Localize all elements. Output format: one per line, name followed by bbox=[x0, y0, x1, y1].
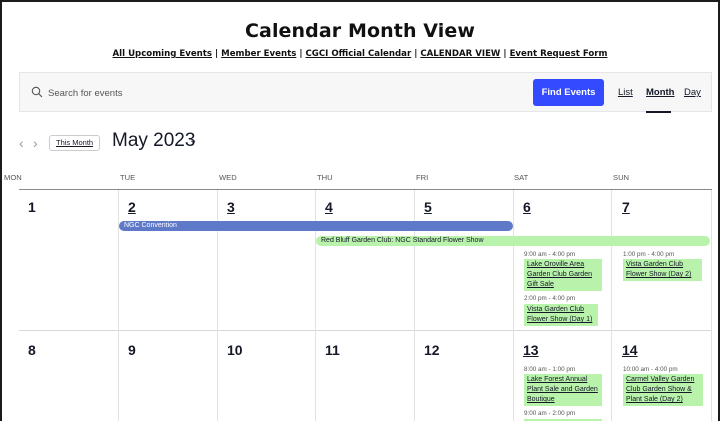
this-month-button[interactable]: This Month bbox=[49, 135, 101, 151]
day-number-link[interactable]: 14 bbox=[622, 342, 638, 358]
separator: | bbox=[503, 49, 507, 59]
event-link[interactable]: Vista Garden Club Flower Show (Day 2) bbox=[623, 259, 702, 281]
header-links: All Upcoming Events | Member Events | CGCI O… bbox=[2, 49, 718, 59]
chevron-right-icon[interactable]: › bbox=[33, 135, 38, 151]
event-time: 10:00 am - 4:00 pm bbox=[623, 366, 678, 373]
page-frame: Calendar Month View All Upcoming Events |… bbox=[0, 0, 720, 421]
weekday-header: SAT bbox=[514, 173, 529, 182]
day-number-link[interactable]: 2 bbox=[128, 199, 136, 215]
view-list-link[interactable]: List bbox=[618, 87, 633, 98]
weekday-header: SUN bbox=[613, 173, 630, 182]
link-member-events[interactable]: Member Events bbox=[221, 49, 296, 59]
day-number-link[interactable]: 3 bbox=[227, 199, 235, 215]
column-divider bbox=[711, 190, 712, 421]
event-link[interactable]: Vista Garden Club Flower Show (Day 1) bbox=[524, 304, 598, 326]
multi-day-event-bar[interactable]: NGC Convention bbox=[119, 221, 513, 231]
month-navigation: ‹ › This Month May 2023 ⌄ bbox=[2, 130, 718, 156]
separator: | bbox=[414, 49, 418, 59]
multi-day-event-bar[interactable]: Red Bluff Garden Club: NGC Standard Flow… bbox=[316, 236, 710, 246]
event-link[interactable]: Lake Oroville Area Garden Club Garden Gi… bbox=[524, 259, 602, 291]
search-icon bbox=[31, 86, 43, 98]
day-number-link[interactable]: 5 bbox=[424, 199, 432, 215]
grid-top-border bbox=[19, 189, 712, 190]
weekday-header: MON bbox=[4, 173, 22, 182]
view-month-link[interactable]: Month bbox=[646, 87, 675, 98]
column-divider bbox=[611, 190, 612, 421]
event-time: 1:00 pm - 4:00 pm bbox=[623, 251, 675, 258]
day-number: 9 bbox=[128, 342, 136, 358]
link-cgci-official-calendar[interactable]: CGCI Official Calendar bbox=[305, 49, 411, 59]
month-title[interactable]: May 2023 bbox=[112, 130, 195, 152]
separator: | bbox=[215, 49, 219, 59]
day-number-link[interactable]: 13 bbox=[523, 342, 539, 358]
event-link[interactable]: Carmel Valley Garden Club Garden Show & … bbox=[623, 374, 703, 406]
day-number: 11 bbox=[325, 342, 340, 358]
chevron-left-icon[interactable]: ‹ bbox=[19, 135, 24, 151]
day-number-link[interactable]: 6 bbox=[523, 199, 531, 215]
day-number: 8 bbox=[28, 342, 36, 358]
event-time: 9:00 am - 4:00 pm bbox=[524, 251, 576, 258]
event-time: 9:00 am - 2:00 pm bbox=[524, 410, 576, 417]
week-divider bbox=[19, 330, 712, 331]
day-number: 1 bbox=[28, 199, 36, 215]
day-number-link[interactable]: 4 bbox=[325, 199, 333, 215]
day-number: 12 bbox=[424, 342, 440, 358]
column-divider bbox=[513, 190, 514, 421]
weekday-header: THU bbox=[317, 173, 333, 182]
active-view-indicator bbox=[646, 111, 671, 113]
page-title: Calendar Month View bbox=[244, 20, 476, 42]
chevron-down-icon[interactable]: ⌄ bbox=[189, 135, 197, 146]
link-all-upcoming-events[interactable]: All Upcoming Events bbox=[113, 49, 212, 59]
weekday-header: FRI bbox=[416, 173, 429, 182]
search-bar: Find Events List Month Day bbox=[19, 72, 712, 113]
day-number-link[interactable]: 7 bbox=[622, 199, 630, 215]
event-time: 2:00 pm - 4:00 pm bbox=[524, 295, 576, 302]
search-input[interactable] bbox=[48, 84, 448, 102]
find-events-button[interactable]: Find Events bbox=[533, 79, 604, 106]
link-calendar-view[interactable]: CALENDAR VIEW bbox=[420, 49, 500, 59]
view-day-link[interactable]: Day bbox=[684, 87, 701, 98]
link-event-request-form[interactable]: Event Request Form bbox=[510, 49, 608, 59]
event-time: 8:00 am - 1:00 pm bbox=[524, 366, 576, 373]
weekday-header: TUE bbox=[120, 173, 136, 182]
event-link[interactable]: Lake Forest Annual Plant Sale and Garden… bbox=[524, 374, 602, 406]
weekday-header: WED bbox=[219, 173, 237, 182]
day-number: 10 bbox=[227, 342, 243, 358]
